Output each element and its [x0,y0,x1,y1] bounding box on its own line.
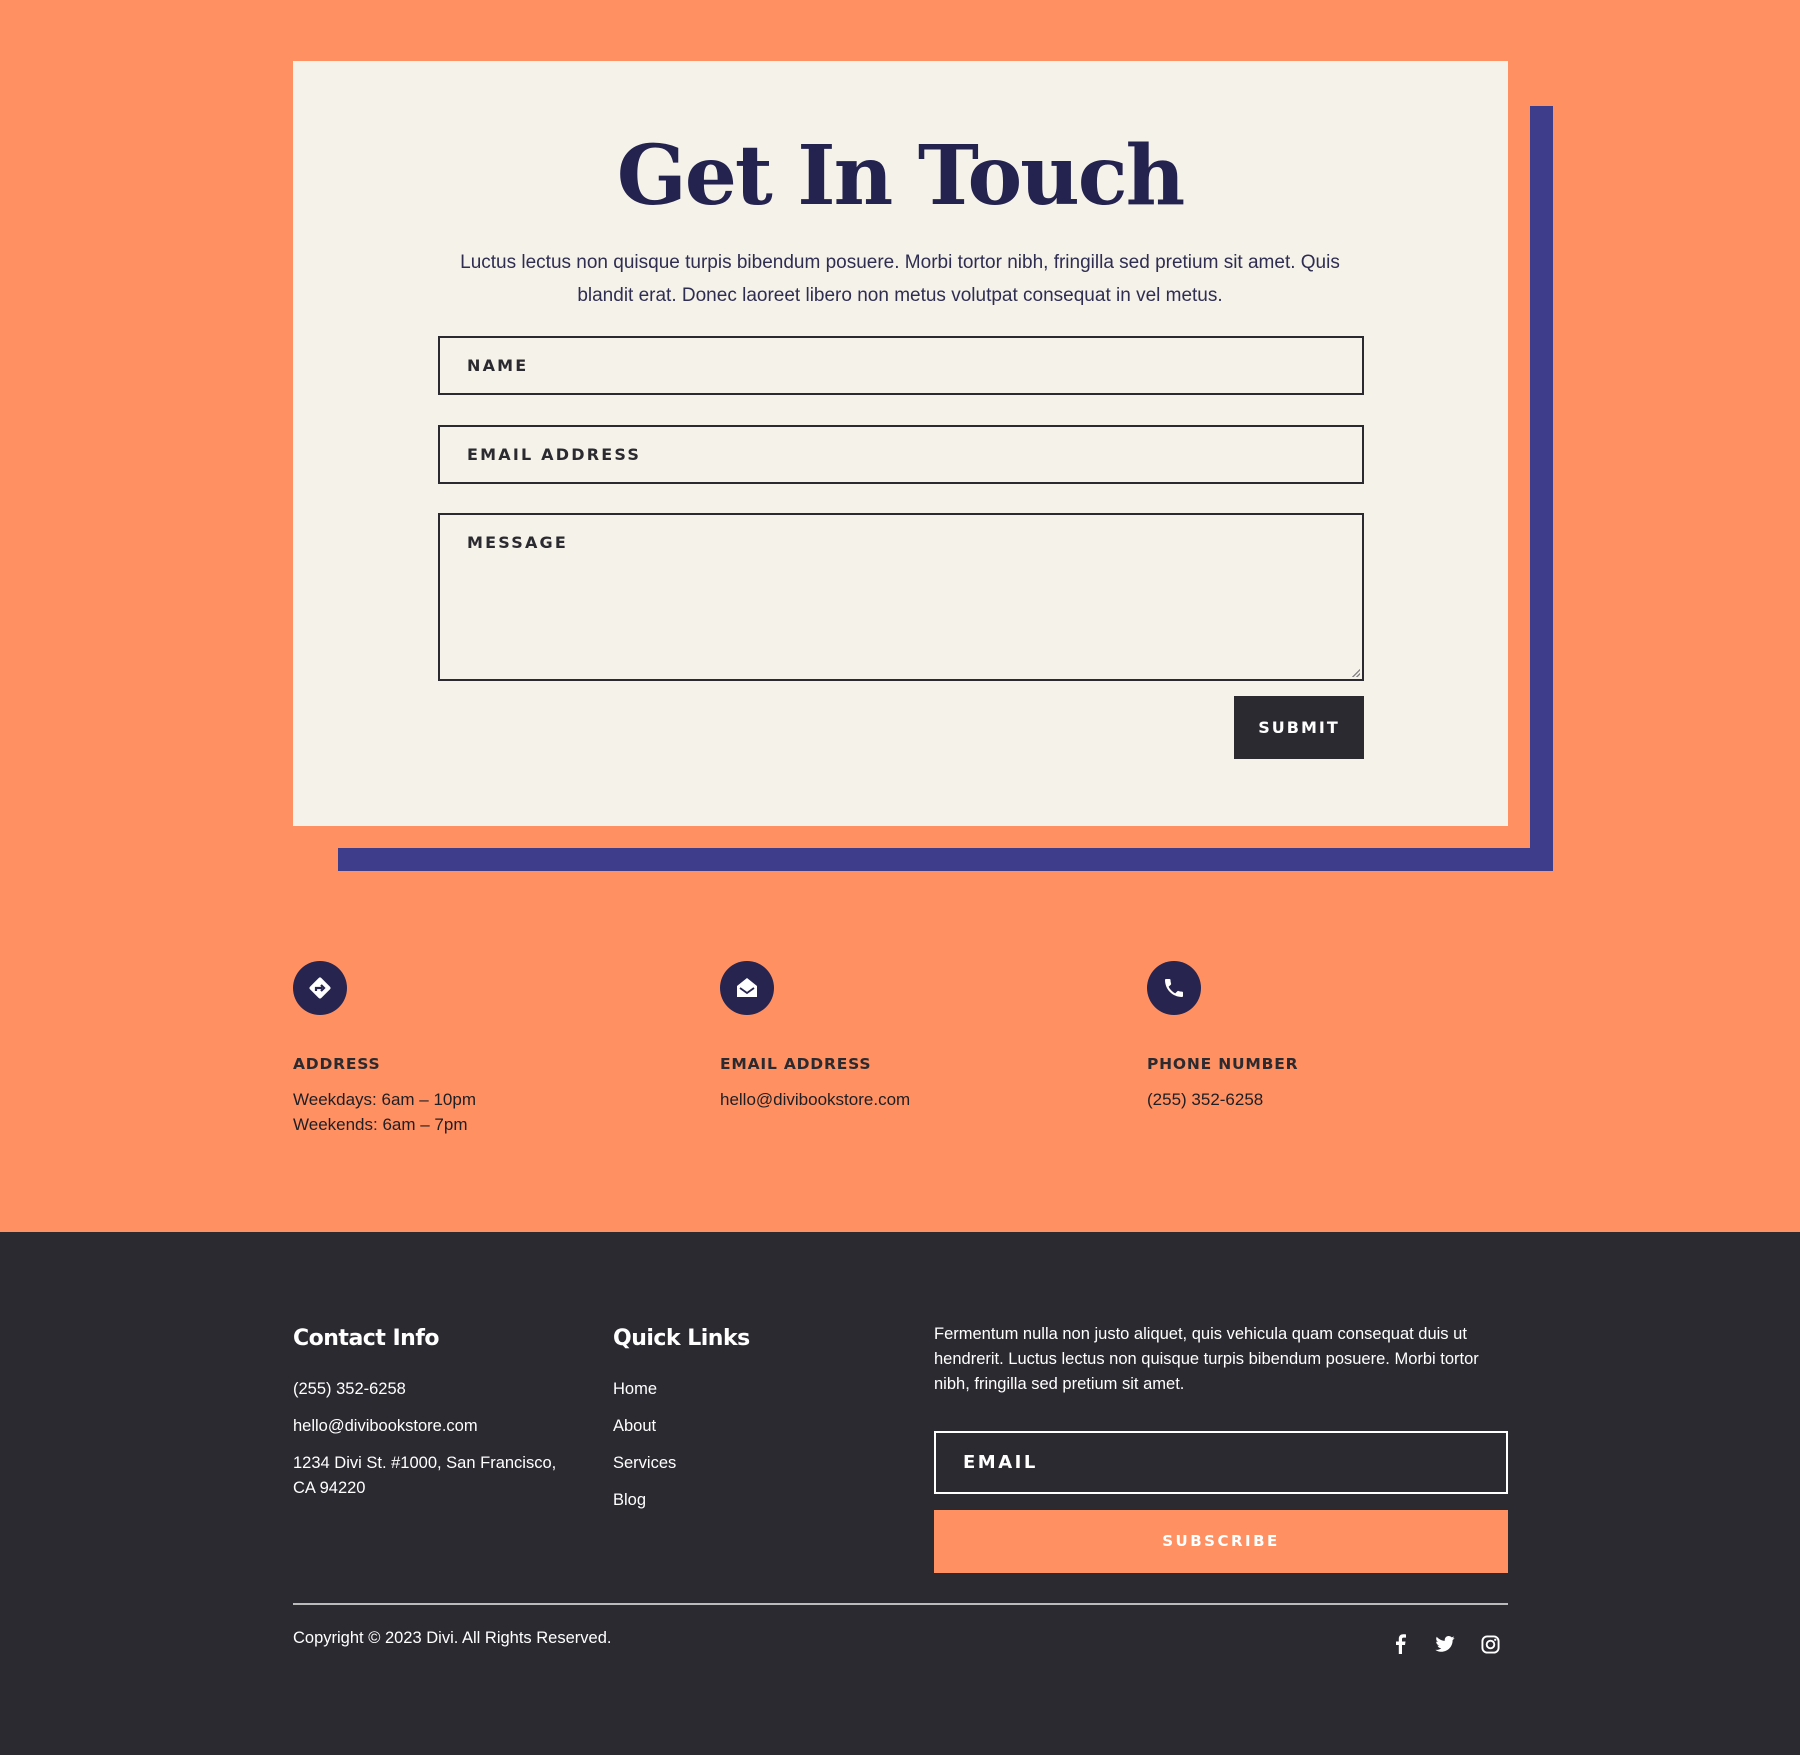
info-label: PHONE NUMBER [1147,1055,1299,1073]
info-block-address: ADDRESS Weekdays: 6am – 10pm Weekends: 6… [293,961,673,1137]
footer-links-heading: Quick Links [613,1326,750,1351]
footer-divider [293,1603,1508,1605]
name-field[interactable]: NAME [438,336,1364,395]
newsletter-email-placeholder: EMAIL [963,1452,1038,1473]
facebook-icon[interactable] [1388,1632,1412,1656]
card-shadow-bottom [338,848,1553,871]
info-line: Weekends: 6am – 7pm [293,1115,468,1134]
footer-address: 1234 Divi St. #1000, San Francisco, CA 9… [293,1454,557,1497]
footer-links-list: Home About Services Blog [613,1377,676,1525]
envelope-open-icon [720,961,774,1015]
name-placeholder: NAME [467,356,529,375]
footer-blurb: Fermentum nulla non justo aliquet, quis … [934,1325,1479,1393]
resize-handle-icon[interactable] [1352,669,1360,677]
info-label: EMAIL ADDRESS [720,1055,872,1073]
info-block-phone: PHONE NUMBER (255) 352-6258 [1147,961,1527,1112]
message-field[interactable]: MESSAGE [438,513,1364,681]
info-label: ADDRESS [293,1055,381,1073]
footer-link-blog[interactable]: Blog [613,1488,676,1513]
directions-icon [293,961,347,1015]
newsletter-email-input[interactable]: EMAIL [934,1431,1508,1494]
email-field[interactable]: EMAIL ADDRESS [438,425,1364,484]
phone-icon [1147,961,1201,1015]
footer-email: hello@divibookstore.com [293,1417,478,1435]
email-placeholder: EMAIL ADDRESS [467,445,642,464]
footer-link-about[interactable]: About [613,1414,676,1439]
footer-phone: (255) 352-6258 [293,1380,406,1398]
footer-contact-heading: Contact Info [293,1326,440,1351]
copyright-text: Copyright © 2023 Divi. All Rights Reserv… [293,1629,612,1647]
footer-link-home[interactable]: Home [613,1377,676,1402]
footer-contact-list: (255) 352-6258 hello@divibookstore.com 1… [293,1377,563,1513]
instagram-icon[interactable] [1478,1632,1502,1656]
message-placeholder: MESSAGE [467,533,569,552]
info-line[interactable]: hello@divibookstore.com [720,1087,1100,1112]
footer-link-services[interactable]: Services [613,1451,676,1476]
intro-text: Luctus lectus non quisque turpis bibendu… [460,252,1340,306]
info-line: Weekdays: 6am – 10pm [293,1090,476,1109]
page-title: Get In Touch [616,128,1186,224]
subscribe-button[interactable]: SUBSCRIBE [934,1510,1508,1573]
info-line[interactable]: (255) 352-6258 [1147,1087,1527,1112]
submit-button[interactable]: SUBMIT [1234,696,1364,759]
info-block-email: EMAIL ADDRESS hello@divibookstore.com [720,961,1100,1112]
twitter-icon[interactable] [1433,1632,1457,1656]
